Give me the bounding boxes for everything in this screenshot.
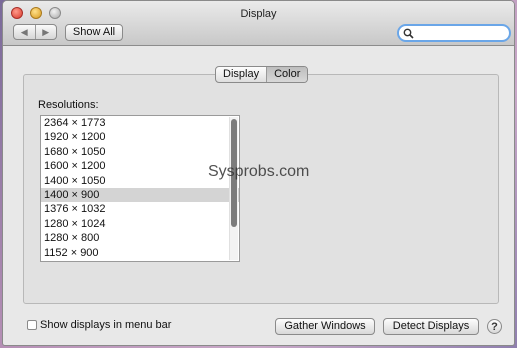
show-in-menu-bar-checkbox[interactable] [27,320,37,330]
list-item[interactable]: 1152 × 900 [41,246,239,260]
back-forward-control: ◀ ▶ [13,24,57,40]
back-arrow-icon[interactable]: ◀ [14,25,36,39]
window-title: Display [240,8,277,20]
show-in-menu-bar-label[interactable]: Show displays in menu bar [40,319,171,331]
list-item[interactable]: 1280 × 1024 [41,217,239,231]
help-button[interactable]: ? [487,319,502,334]
resolutions-list[interactable]: 2364 × 1773 1920 × 1200 1680 × 1050 1600 × … [40,115,240,262]
tab-color[interactable]: Color [267,67,308,82]
detect-displays-button[interactable]: Detect Displays [383,318,479,335]
list-item[interactable]: 1280 × 800 [41,231,239,245]
tab-display[interactable]: Display [216,67,268,82]
resolutions-rows: 2364 × 1773 1920 × 1200 1680 × 1050 1600 × … [41,116,239,260]
tab-bar: Display Color [215,66,309,83]
show-all-button[interactable]: Show All [65,24,123,41]
title-bar: Display ◀ ▶ Show All [3,1,514,46]
forward-arrow-icon[interactable]: ▶ [36,25,57,39]
list-item[interactable]: 2364 × 1773 [41,116,239,130]
display-preferences-window: Display ◀ ▶ Show All Display Color Resol… [2,0,515,346]
list-item[interactable]: 1400 × 900 [41,187,239,203]
search-icon [403,28,414,39]
resolutions-label: Resolutions: [38,99,99,111]
list-scrollbar[interactable] [229,117,238,260]
list-item[interactable]: 1920 × 1200 [41,130,239,144]
list-item[interactable]: 1376 × 1032 [41,202,239,216]
gather-windows-button[interactable]: Gather Windows [275,318,375,335]
list-item[interactable]: 1680 × 1050 [41,145,239,159]
watermark: Sysprobs.com [208,163,310,180]
search-field[interactable] [397,24,511,42]
